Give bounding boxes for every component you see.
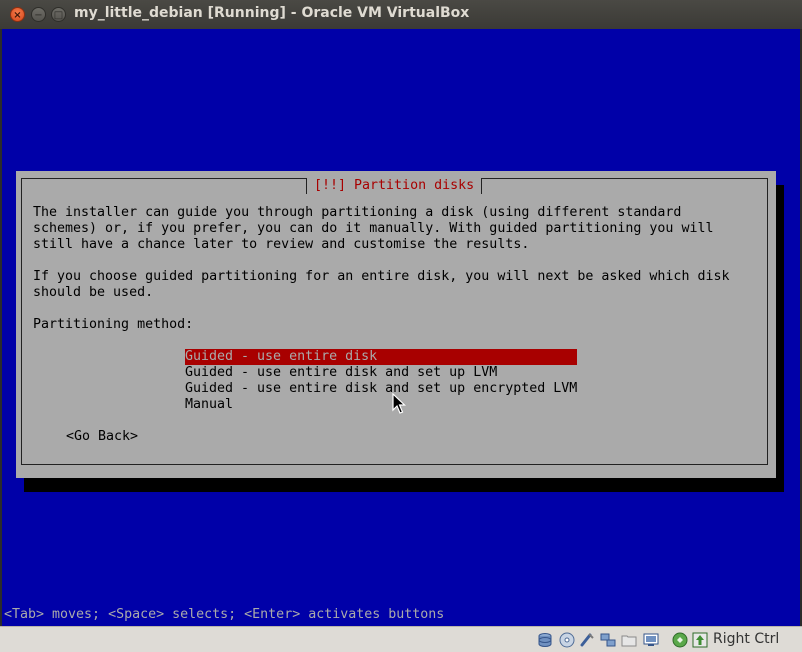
mouse-pointer-icon <box>392 393 406 414</box>
optical-drive-icon[interactable] <box>559 632 575 648</box>
vm-statusbar: Right Ctrl <box>0 626 802 652</box>
host-key-label[interactable]: Right Ctrl <box>713 631 779 647</box>
maximize-window-button[interactable]: □ <box>51 7 66 22</box>
partition-dialog: [!!] Partition disks The installer can g… <box>16 171 776 478</box>
display-icon[interactable] <box>643 632 659 648</box>
mouse-integration-icon[interactable] <box>692 632 708 648</box>
hard-disk-icon[interactable] <box>537 632 553 648</box>
option-guided-entire-disk[interactable]: Guided - use entire disk <box>185 349 577 365</box>
minimize-window-button[interactable]: − <box>31 7 46 22</box>
shared-folder-icon[interactable] <box>621 632 637 648</box>
capture-icon[interactable] <box>672 632 688 648</box>
option-manual[interactable]: Manual <box>185 397 577 413</box>
option-guided-lvm[interactable]: Guided - use entire disk and set up LVM <box>185 365 577 381</box>
window-titlebar[interactable]: × − □ my_little_debian [Running] - Oracl… <box>0 0 802 29</box>
intro-paragraph: The installer can guide you through part… <box>33 205 714 252</box>
guided-info-paragraph: If you choose guided partitioning for an… <box>33 269 730 300</box>
close-window-button[interactable]: × <box>10 7 25 22</box>
go-back-button[interactable]: <Go Back> <box>66 429 138 445</box>
keyboard-help-line: <Tab> moves; <Space> selects; <Enter> ac… <box>4 607 445 622</box>
usb-icon[interactable] <box>579 632 595 648</box>
vm-screen[interactable]: [!!] Partition disks The installer can g… <box>2 29 800 626</box>
dialog-title: [!!] Partition disks <box>306 178 483 194</box>
option-guided-encrypted-lvm[interactable]: Guided - use entire disk and set up encr… <box>185 381 577 397</box>
method-label: Partitioning method: <box>33 317 194 332</box>
network-icon[interactable] <box>600 632 616 648</box>
window-title: my_little_debian [Running] - Oracle VM V… <box>74 5 470 21</box>
